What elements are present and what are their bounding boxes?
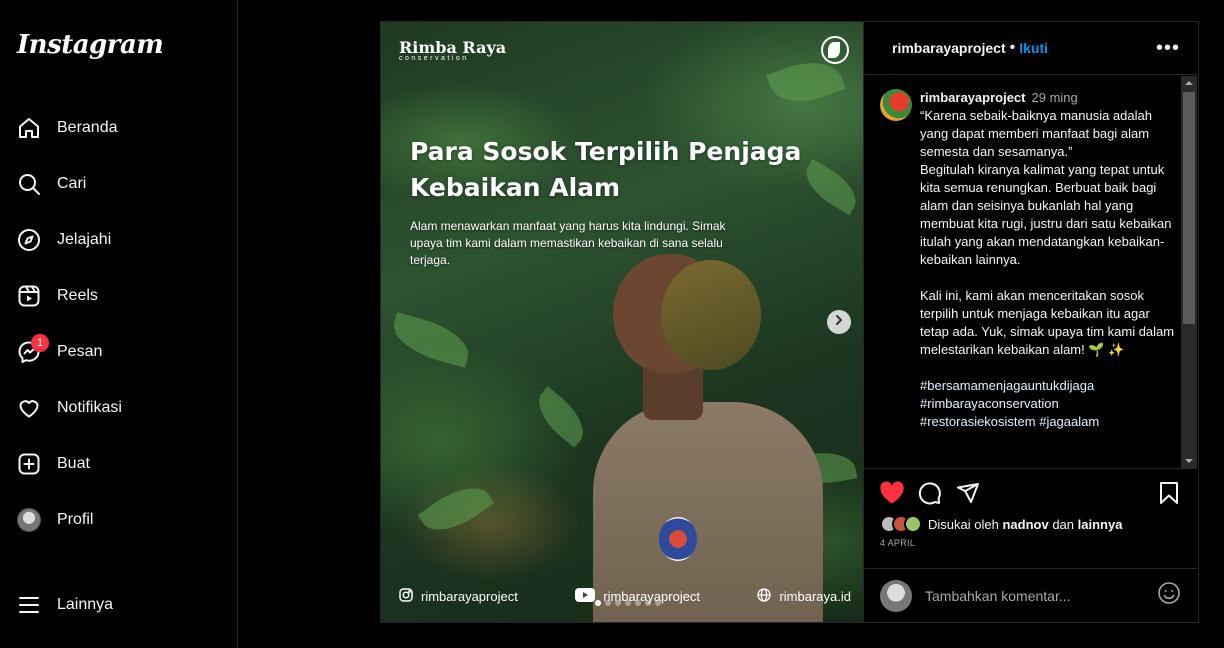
globe-icon: [757, 588, 772, 605]
nav-label: Notifikasi: [57, 399, 122, 416]
instagram-handle: rimbarayaproject: [421, 589, 518, 604]
nav-label: Beranda: [57, 119, 118, 136]
heart-filled-icon: [879, 480, 905, 510]
send-icon: [956, 481, 980, 510]
post-dialog: Rimba Raya conservation Para Sosok Terpi…: [380, 21, 1199, 623]
reels-icon: [17, 284, 41, 308]
uniform-patch: [659, 517, 697, 561]
media-subtext: Alam menawarkan manfaat yang harus kita …: [410, 219, 726, 267]
avatar: [880, 579, 912, 612]
caption-hashtags[interactable]: #bersamamenjagauntukdijaga #rimbarayacon…: [920, 377, 1178, 431]
scroll-down-icon[interactable]: [1185, 459, 1193, 463]
youtube-icon: [575, 588, 596, 605]
sidebar: Instagram Beranda Cari Jelajahi Reels 1 …: [0, 0, 238, 648]
youtube-handle: rimbarayaproject: [603, 589, 701, 604]
comment-box: [864, 568, 1197, 622]
avatar: [17, 508, 41, 532]
nav-label: Cari: [57, 175, 87, 192]
nav-label: Reels: [57, 287, 98, 304]
caption-paragraph: “Karena sebaik-baiknya manusia adalah ya…: [920, 108, 1172, 267]
chevron-right-icon: [833, 313, 845, 331]
brand-logo: Rimba Raya conservation: [399, 38, 506, 62]
post-media[interactable]: Rimba Raya conservation Para Sosok Terpi…: [381, 22, 863, 622]
share-button[interactable]: [954, 481, 982, 509]
instagram-icon: [399, 588, 413, 605]
post-side-panel: rimbarayaproject • Ikuti ••• rimbarayapr…: [863, 22, 1198, 622]
likes-summary: Disukai oleh nadnov dan lainnya: [880, 515, 1122, 533]
nav-item-profil[interactable]: Profil: [0, 492, 237, 548]
likes-user[interactable]: nadnov: [1002, 517, 1048, 532]
liker-avatar[interactable]: [904, 515, 922, 533]
post-header: rimbarayaproject • Ikuti •••: [864, 22, 1198, 75]
nav-item-cari[interactable]: Cari: [0, 156, 237, 212]
brand-mark-icon: [821, 36, 849, 64]
nav-label: Lainnya: [57, 596, 114, 613]
leaf-decoration: [528, 386, 594, 448]
nav-item-buat[interactable]: Buat: [0, 436, 237, 492]
comment-button[interactable]: [916, 481, 944, 509]
caption-username[interactable]: rimbarayaproject: [920, 90, 1026, 105]
nav-label: Pesan: [57, 343, 103, 360]
caption-section: rimbarayaproject 29 ming “Karena sebaik-b…: [864, 76, 1197, 468]
ranger-headwrap: [661, 260, 761, 370]
search-icon: [17, 172, 41, 196]
nav-item-jelajahi[interactable]: Jelajahi: [0, 212, 237, 268]
nav-item-reels[interactable]: Reels: [0, 268, 237, 324]
messenger-icon: 1: [17, 334, 49, 364]
more-options-button[interactable]: •••: [1156, 37, 1180, 60]
nav-more: Lainnya: [0, 577, 237, 633]
nav-item-pesan[interactable]: 1 Pesan: [0, 324, 237, 380]
caption-scrollbar[interactable]: [1181, 76, 1197, 468]
save-button[interactable]: [1155, 481, 1183, 509]
scroll-up-icon[interactable]: [1185, 81, 1193, 85]
post-actions: Disukai oleh nadnov dan lainnya 4 APRIL: [864, 468, 1197, 568]
notification-badge: 1: [31, 334, 49, 352]
caption-avatar[interactable]: [880, 89, 912, 121]
nav-label: Jelajahi: [57, 231, 112, 248]
nav-item-lainnya[interactable]: Lainnya: [0, 577, 237, 633]
nav-item-notifikasi[interactable]: Notifikasi: [0, 380, 237, 436]
leaf-decoration: [417, 474, 495, 544]
scrollbar-thumb[interactable]: [1183, 92, 1195, 324]
like-button[interactable]: [878, 480, 906, 510]
menu-icon: [17, 593, 41, 617]
home-icon: [17, 116, 41, 140]
post-date[interactable]: 4 APRIL: [880, 538, 915, 548]
caption-paragraph: Kali ini, kami akan menceritakan sosok t…: [920, 288, 1178, 357]
post-username[interactable]: rimbarayaproject: [892, 40, 1006, 56]
media-footer-youtube: rimbarayaproject: [575, 588, 700, 605]
caption: rimbarayaproject 29 ming “Karena sebaik-b…: [920, 89, 1178, 431]
nav-menu: Beranda Cari Jelajahi Reels 1 Pesan Noti…: [0, 100, 237, 548]
likes-prefix: Disukai oleh: [928, 516, 999, 532]
media-footer: rimbarayaproject rimbarayaproject rimbar…: [399, 588, 851, 605]
likes-text: Disukai oleh nadnov dan lainnya: [928, 517, 1122, 532]
bookmark-icon: [1158, 481, 1180, 510]
nav-label: Buat: [57, 455, 90, 472]
comment-icon: [918, 481, 942, 510]
action-row: [878, 480, 1183, 510]
media-headline: Para Sosok Terpilih Penjaga Kebaikan Ala…: [410, 137, 802, 202]
leaf-decoration: [387, 312, 475, 368]
instagram-logo[interactable]: Instagram: [17, 30, 164, 60]
likes-and: dan: [1052, 516, 1075, 532]
media-footer-web: rimbaraya.id: [757, 588, 851, 605]
plus-square-icon: [17, 452, 41, 476]
separator: •: [1009, 39, 1016, 56]
follow-button[interactable]: Ikuti: [1019, 40, 1048, 56]
emoji-icon[interactable]: [1157, 581, 1181, 610]
caption-time[interactable]: 29 ming: [1032, 90, 1078, 105]
likes-others[interactable]: lainnya: [1078, 517, 1123, 532]
nav-item-beranda[interactable]: Beranda: [0, 100, 237, 156]
media-footer-instagram: rimbarayaproject: [399, 588, 518, 605]
carousel-next-button[interactable]: [827, 310, 851, 334]
compass-icon: [17, 228, 41, 252]
heart-icon: [17, 396, 41, 420]
website-url: rimbaraya.id: [779, 589, 851, 604]
comment-input[interactable]: [925, 587, 1157, 604]
nav-label: Profil: [57, 511, 94, 528]
